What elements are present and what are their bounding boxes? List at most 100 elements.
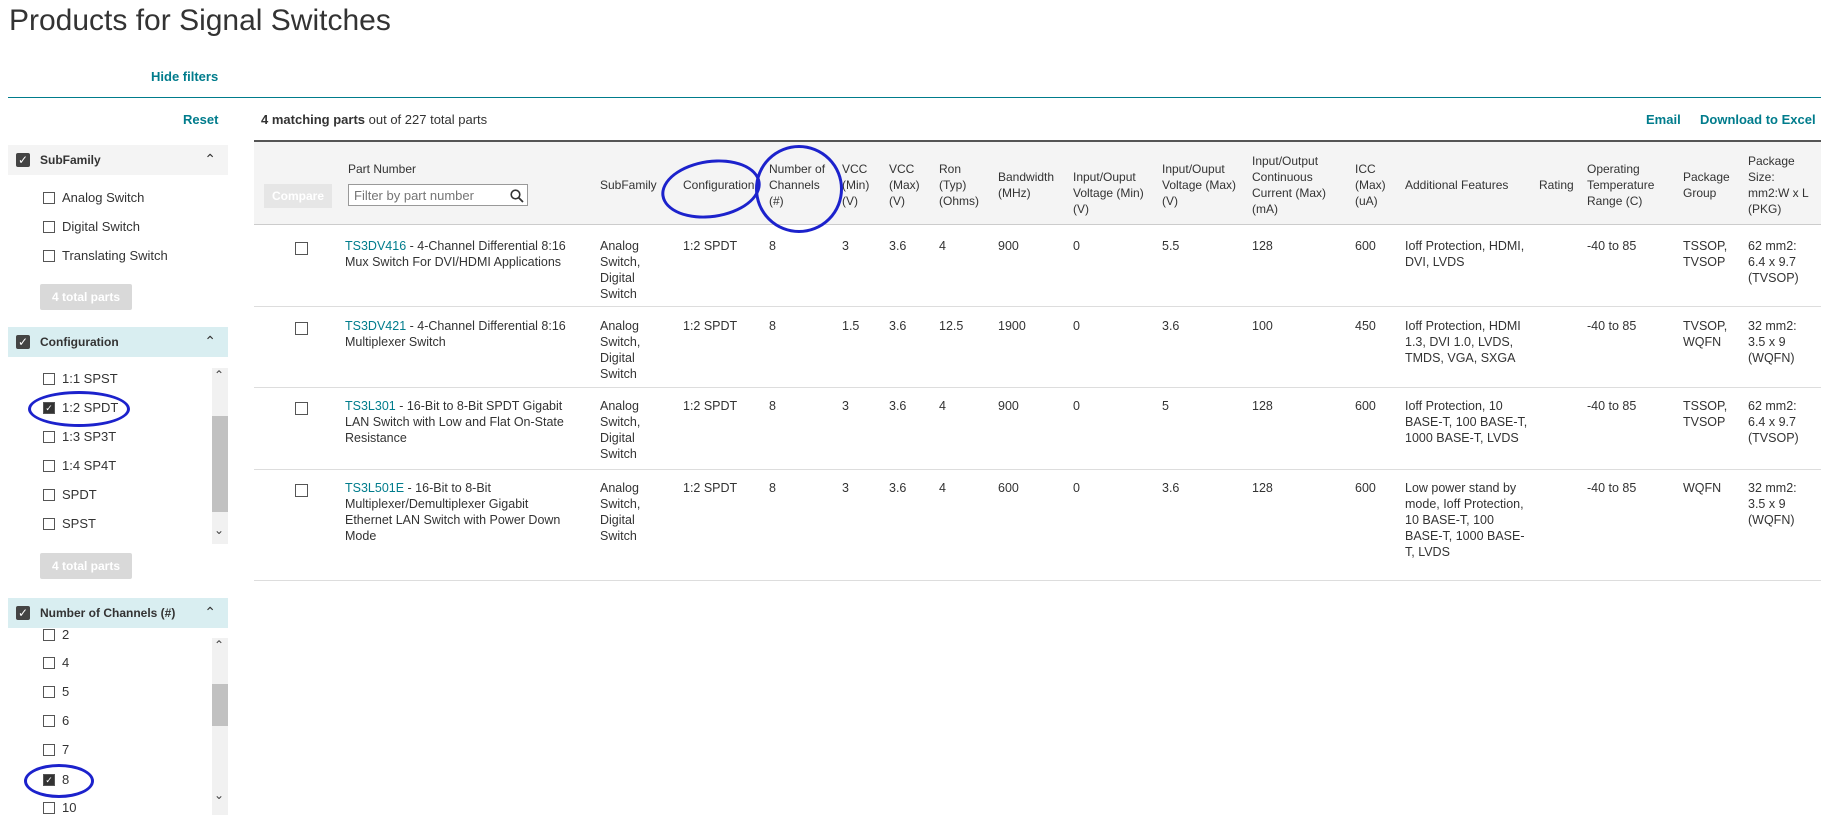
scrollbar-thumb[interactable]: [212, 684, 228, 726]
checkbox[interactable]: [43, 459, 55, 472]
cell-iovmax: 3.6: [1162, 481, 1180, 495]
filter-option-1-4-sp4t[interactable]: 1:4 SP4T: [43, 457, 116, 475]
reset-filters-link[interactable]: Reset: [183, 112, 218, 127]
cell-vccmax: 3.6: [889, 481, 907, 495]
cell-iocur: 100: [1252, 319, 1273, 333]
checkbox[interactable]: [43, 656, 55, 669]
part-number-link[interactable]: TS3DV416: [345, 239, 406, 253]
filter-option-1-3-sp3t[interactable]: 1:3 SP3T: [43, 428, 116, 446]
col-header-additional-features[interactable]: Additional Features: [1405, 177, 1525, 193]
checkbox[interactable]: [43, 249, 55, 262]
cell-ron: 12.5: [939, 319, 964, 333]
col-header-vcc-max[interactable]: VCC (Max) (V): [889, 161, 923, 209]
chevron-down-icon[interactable]: ⌄: [214, 523, 224, 537]
checkbox[interactable]: [43, 372, 55, 385]
cell-iovmin: 0: [1073, 239, 1080, 253]
col-header-vcc-min[interactable]: VCC (Min) (V): [842, 161, 876, 209]
checkbox[interactable]: [43, 628, 55, 641]
row-compare-checkbox[interactable]: [295, 484, 308, 497]
total-parts-button[interactable]: 4 total parts: [40, 284, 132, 310]
cell-vccmin: 3: [842, 239, 849, 253]
chevron-down-icon[interactable]: ⌄: [214, 788, 224, 802]
part-number-cell: TS3DV416 - 4-Channel Differential 8:16 M…: [345, 238, 577, 270]
checkbox-checked-icon[interactable]: ✓: [16, 153, 30, 167]
checkbox[interactable]: [43, 743, 55, 756]
checkbox-checked-icon[interactable]: ✓: [16, 606, 30, 620]
checkbox[interactable]: [43, 220, 55, 233]
filter-option-channels-7[interactable]: 7: [43, 741, 69, 759]
row-compare-checkbox[interactable]: [295, 242, 308, 255]
col-header-subfamily[interactable]: SubFamily: [600, 177, 662, 193]
checkbox[interactable]: [43, 685, 55, 698]
scrollbar-thumb[interactable]: [212, 416, 228, 512]
part-number-link[interactable]: TS3L501E: [345, 481, 404, 495]
col-header-ron[interactable]: Ron (Typ) (Ohms): [939, 161, 983, 209]
download-excel-link[interactable]: Download to Excel: [1700, 112, 1816, 127]
row-compare-checkbox[interactable]: [295, 322, 308, 335]
cell-iocur: 128: [1252, 239, 1273, 253]
cell-features: Ioff Protection, HDMI 1.3, DVI 1.0, LVDS…: [1405, 319, 1521, 365]
cell-icc: 450: [1355, 319, 1376, 333]
option-label: 1:3 SP3T: [62, 429, 117, 444]
checkbox[interactable]: [43, 517, 55, 530]
col-header-rating[interactable]: Rating: [1539, 177, 1574, 193]
filter-option-digital-switch[interactable]: Digital Switch: [43, 218, 140, 236]
facet-header-subfamily[interactable]: ✓ SubFamily ⌃: [8, 145, 228, 175]
cell-iovmin: 0: [1073, 481, 1080, 495]
chevron-up-icon[interactable]: ⌃: [204, 604, 216, 621]
checkbox[interactable]: [43, 430, 55, 443]
cell-iovmin: 0: [1073, 399, 1080, 413]
filter-option-translating-switch[interactable]: Translating Switch: [43, 247, 168, 265]
chevron-up-icon[interactable]: ⌃: [214, 638, 224, 652]
col-header-package-size[interactable]: Package Size: mm2:W x L (PKG): [1748, 153, 1814, 217]
total-parts-button[interactable]: 4 total parts: [40, 553, 132, 579]
part-number-filter-input[interactable]: [348, 184, 528, 206]
checkbox-checked-icon[interactable]: ✓: [16, 335, 30, 349]
col-header-part-number[interactable]: Part Number: [348, 161, 416, 177]
facet-header-channels[interactable]: ✓ Number of Channels (#) ⌃: [8, 598, 228, 628]
col-header-icc[interactable]: ICC (Max) (uA): [1355, 161, 1395, 209]
col-header-bandwidth[interactable]: Bandwidth (MHz): [998, 169, 1060, 201]
checkbox[interactable]: [43, 801, 55, 814]
col-header-package-group[interactable]: Package Group: [1683, 169, 1739, 201]
filter-option-channels-2[interactable]: 2: [43, 626, 69, 644]
col-header-io-voltage-max[interactable]: Input/Ouput Voltage (Max) (V): [1162, 161, 1246, 209]
filter-option-channels-6[interactable]: 6: [43, 712, 69, 730]
hide-filters-link[interactable]: Hide filters: [151, 69, 218, 84]
option-label: 1:1 SPST: [62, 371, 118, 386]
search-icon[interactable]: [510, 189, 524, 203]
filter-option-channels-5[interactable]: 5: [43, 683, 69, 701]
checkbox[interactable]: [43, 191, 55, 204]
part-number-link[interactable]: TS3DV421: [345, 319, 406, 333]
option-label: 2: [62, 627, 70, 642]
facet-header-configuration[interactable]: ✓ Configuration ⌃: [8, 327, 228, 357]
filter-option-1-1-spst[interactable]: 1:1 SPST: [43, 370, 118, 388]
col-header-io-voltage-min[interactable]: Input/Ouput Voltage (Min) (V): [1073, 169, 1157, 217]
chevron-up-icon[interactable]: ⌃: [204, 333, 216, 350]
cell-iocur: 128: [1252, 399, 1273, 413]
col-header-io-current[interactable]: Input/Output Continuous Current (Max) (m…: [1252, 153, 1344, 217]
filter-option-spst[interactable]: SPST: [43, 515, 96, 533]
filter-option-channels-10[interactable]: 10: [43, 799, 76, 817]
cell-ron: 4: [939, 239, 946, 253]
chevron-up-icon[interactable]: ⌃: [214, 368, 224, 382]
cell-subfamily: Analog Switch, Digital Switch: [600, 481, 641, 543]
compare-button[interactable]: Compare: [264, 184, 332, 208]
cell-config: 1:2 SPDT: [683, 319, 738, 333]
col-header-temperature[interactable]: Operating Temperature Range (C): [1587, 161, 1665, 209]
channels-scrollbar[interactable]: ⌃ ⌄: [212, 638, 228, 815]
checkbox[interactable]: [43, 488, 55, 501]
part-number-link[interactable]: TS3L301: [345, 399, 396, 413]
filter-option-channels-4[interactable]: 4: [43, 654, 69, 672]
configuration-scrollbar[interactable]: ⌃ ⌄: [212, 368, 228, 544]
cell-channels: 8: [769, 239, 776, 253]
filter-option-spdt[interactable]: SPDT: [43, 486, 97, 504]
filter-option-analog-switch[interactable]: Analog Switch: [43, 189, 144, 207]
matching-parts-summary: 4 matching parts out of 227 total parts: [261, 112, 487, 127]
checkbox[interactable]: [43, 714, 55, 727]
email-link[interactable]: Email: [1646, 112, 1681, 127]
row-divider: [254, 387, 1821, 388]
chevron-up-icon[interactable]: ⌃: [204, 151, 216, 168]
annotation-circle: [24, 764, 94, 798]
row-compare-checkbox[interactable]: [295, 402, 308, 415]
